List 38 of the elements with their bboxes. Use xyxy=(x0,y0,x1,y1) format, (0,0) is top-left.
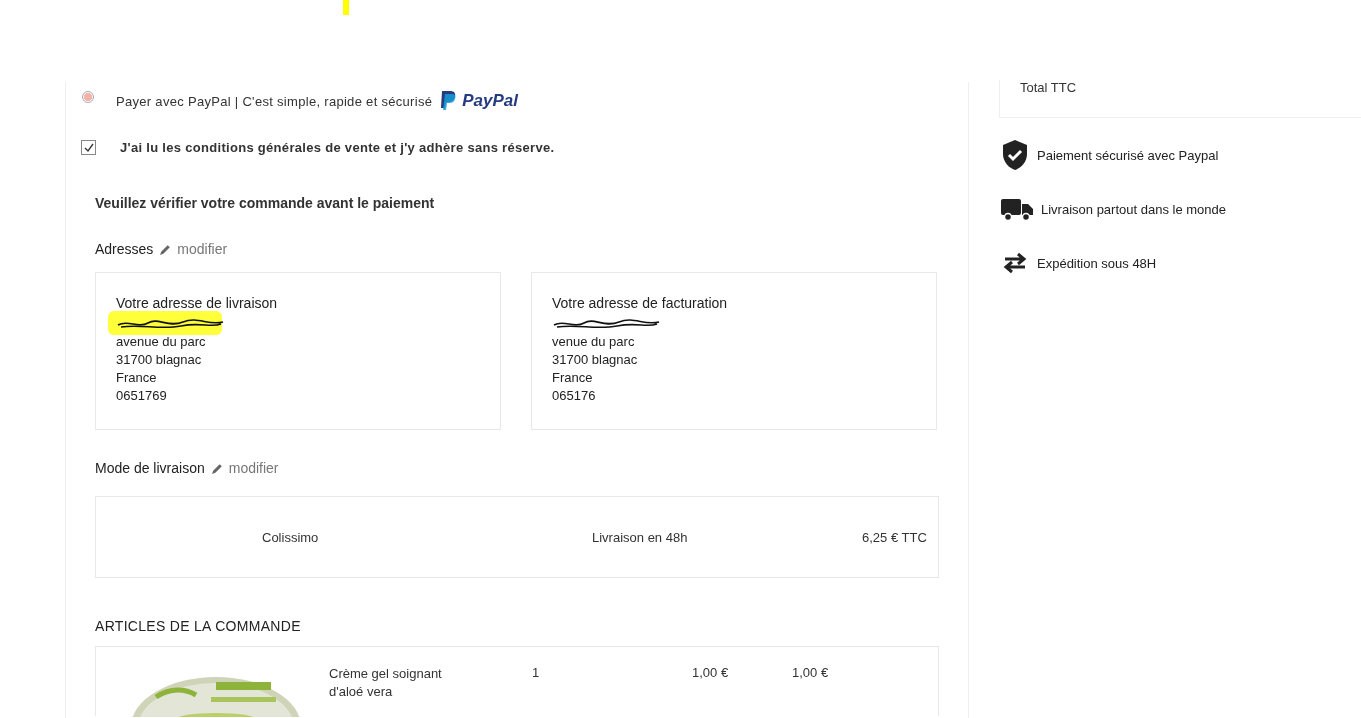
pencil-icon xyxy=(159,242,173,256)
pencil-icon xyxy=(210,461,224,475)
truck-icon xyxy=(1001,197,1033,221)
delivery-delay: Livraison en 48h xyxy=(592,529,689,545)
product-name: Crème gel soignant d'aloé vera xyxy=(329,665,443,701)
guarantee-label: Paiement sécurisé avec Paypal xyxy=(1037,147,1219,163)
card-title: Votre adresse de livraison xyxy=(116,295,279,311)
section-title: Adresses xyxy=(95,241,154,257)
highlight-mark xyxy=(343,0,349,15)
edit-link[interactable]: modifier xyxy=(159,241,228,257)
swap-arrows-icon xyxy=(1001,251,1029,275)
address-line: 31700 blagnac xyxy=(552,351,639,369)
address-line: avenue du parc xyxy=(116,333,207,351)
total-label: Total TTC xyxy=(1020,80,1078,95)
total-price: 1,00 € xyxy=(792,665,829,680)
address-line: France xyxy=(116,369,158,387)
carrier-name: Colissimo xyxy=(262,529,320,545)
delivery-price: 6,25 € TTC xyxy=(862,529,928,545)
payment-label: Payer avec PayPal | C'est simple, rapide et sécurisé xyxy=(116,93,433,109)
checkbox[interactable] xyxy=(81,140,96,155)
address-line: 065176 xyxy=(552,387,597,405)
shield-check-icon xyxy=(1001,139,1029,171)
paypal-logo: PayPal xyxy=(462,91,519,111)
card-title: Votre adresse de facturation xyxy=(552,295,729,311)
unit-price: 1,00 € xyxy=(692,665,730,680)
guarantee-label: Livraison partout dans le monde xyxy=(1041,201,1226,217)
quantity: 1 xyxy=(532,665,541,680)
guarantee-label: Expédition sous 48H xyxy=(1037,255,1157,271)
address-line: venue du parc xyxy=(552,333,636,351)
edit-link[interactable]: modifier xyxy=(210,460,279,476)
section-title: Mode de livraison xyxy=(95,460,205,476)
section-title: ARTICLES DE LA COMMANDE xyxy=(95,618,302,634)
radio-button[interactable] xyxy=(82,91,94,103)
terms-label: J'ai lu les conditions générales de vente et j'y adhère sans réserve. xyxy=(120,140,555,155)
address-line: France xyxy=(552,369,594,387)
section-title: Veuillez vérifier votre commande avant le paiement xyxy=(95,195,436,211)
address-line: 0651769 xyxy=(116,387,168,405)
address-line: 31700 blagnac xyxy=(116,351,203,369)
